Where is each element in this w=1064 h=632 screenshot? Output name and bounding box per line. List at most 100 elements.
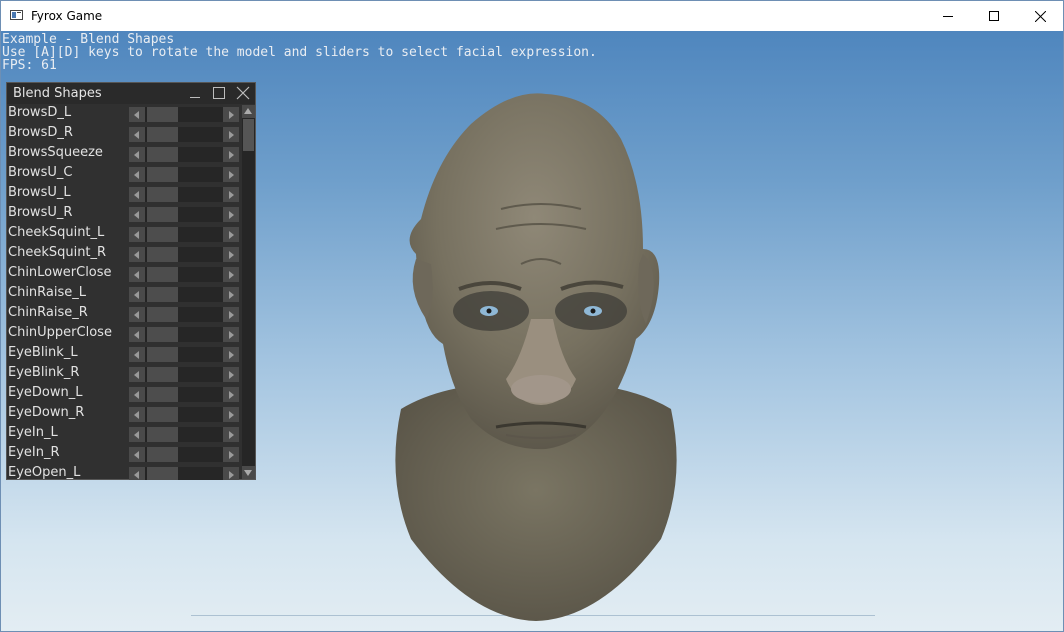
blend-shape-slider[interactable] [129,327,239,342]
slider-thumb[interactable] [147,407,178,422]
scroll-thumb[interactable] [243,119,254,151]
blend-shape-slider[interactable] [129,287,239,302]
slider-track[interactable] [178,367,223,382]
slider-increase-button[interactable] [223,287,239,302]
slider-thumb[interactable] [147,187,178,202]
game-viewport[interactable]: Example - Blend Shapes Use [A][D] keys t… [1,31,1063,631]
slider-thumb[interactable] [147,287,178,302]
slider-thumb[interactable] [147,427,178,442]
slider-track[interactable] [178,387,223,402]
slider-track[interactable] [178,167,223,182]
slider-increase-button[interactable] [223,407,239,422]
blend-shape-slider[interactable] [129,407,239,422]
slider-increase-button[interactable] [223,387,239,402]
slider-track[interactable] [178,107,223,122]
blend-shape-slider[interactable] [129,447,239,462]
slider-track[interactable] [178,447,223,462]
slider-decrease-button[interactable] [129,387,145,402]
slider-increase-button[interactable] [223,147,239,162]
slider-increase-button[interactable] [223,107,239,122]
slider-thumb[interactable] [147,267,178,282]
slider-track[interactable] [178,407,223,422]
panel-close-button[interactable] [236,86,250,100]
blend-shape-slider[interactable] [129,467,239,480]
blend-shape-slider[interactable] [129,347,239,362]
slider-thumb[interactable] [147,127,178,142]
slider-increase-button[interactable] [223,247,239,262]
slider-track[interactable] [178,207,223,222]
minimize-button[interactable] [925,1,971,31]
slider-decrease-button[interactable] [129,247,145,262]
slider-increase-button[interactable] [223,447,239,462]
slider-track[interactable] [178,227,223,242]
slider-increase-button[interactable] [223,467,239,480]
slider-decrease-button[interactable] [129,187,145,202]
slider-thumb[interactable] [147,347,178,362]
slider-thumb[interactable] [147,467,178,480]
slider-decrease-button[interactable] [129,367,145,382]
blend-shape-slider[interactable] [129,127,239,142]
slider-increase-button[interactable] [223,307,239,322]
slider-thumb[interactable] [147,147,178,162]
slider-decrease-button[interactable] [129,147,145,162]
slider-decrease-button[interactable] [129,407,145,422]
slider-decrease-button[interactable] [129,287,145,302]
slider-track[interactable] [178,267,223,282]
slider-decrease-button[interactable] [129,467,145,480]
slider-thumb[interactable] [147,247,178,262]
blend-shape-slider[interactable] [129,147,239,162]
slider-increase-button[interactable] [223,427,239,442]
blend-shape-slider[interactable] [129,207,239,222]
slider-track[interactable] [178,307,223,322]
slider-track[interactable] [178,327,223,342]
slider-track[interactable] [178,187,223,202]
blend-shape-slider[interactable] [129,227,239,242]
blend-shape-slider[interactable] [129,387,239,402]
slider-track[interactable] [178,127,223,142]
slider-track[interactable] [178,347,223,362]
slider-increase-button[interactable] [223,187,239,202]
blend-shape-slider[interactable] [129,187,239,202]
slider-track[interactable] [178,467,223,480]
scroll-down-button[interactable] [242,466,255,479]
slider-increase-button[interactable] [223,127,239,142]
slider-decrease-button[interactable] [129,327,145,342]
slider-decrease-button[interactable] [129,227,145,242]
blend-shape-slider[interactable] [129,367,239,382]
blend-shape-slider[interactable] [129,267,239,282]
panel-minimize-button[interactable] [188,86,202,100]
panel-titlebar[interactable]: Blend Shapes [7,83,255,104]
slider-thumb[interactable] [147,107,178,122]
slider-thumb[interactable] [147,307,178,322]
slider-thumb[interactable] [147,207,178,222]
slider-thumb[interactable] [147,327,178,342]
blend-shape-slider[interactable] [129,167,239,182]
slider-track[interactable] [178,287,223,302]
blend-shape-slider[interactable] [129,307,239,322]
slider-increase-button[interactable] [223,227,239,242]
slider-increase-button[interactable] [223,327,239,342]
slider-increase-button[interactable] [223,167,239,182]
slider-increase-button[interactable] [223,347,239,362]
window-titlebar[interactable]: Fyrox Game [1,1,1063,31]
slider-decrease-button[interactable] [129,307,145,322]
slider-increase-button[interactable] [223,207,239,222]
maximize-button[interactable] [971,1,1017,31]
slider-increase-button[interactable] [223,267,239,282]
slider-thumb[interactable] [147,227,178,242]
panel-scrollbar[interactable] [242,105,255,479]
blend-shape-slider[interactable] [129,247,239,262]
slider-decrease-button[interactable] [129,427,145,442]
panel-maximize-button[interactable] [212,86,226,100]
slider-track[interactable] [178,247,223,262]
slider-track[interactable] [178,147,223,162]
slider-thumb[interactable] [147,167,178,182]
slider-decrease-button[interactable] [129,207,145,222]
slider-decrease-button[interactable] [129,107,145,122]
slider-decrease-button[interactable] [129,167,145,182]
close-button[interactable] [1017,1,1063,31]
blend-shape-slider[interactable] [129,427,239,442]
slider-decrease-button[interactable] [129,267,145,282]
slider-decrease-button[interactable] [129,447,145,462]
slider-track[interactable] [178,427,223,442]
